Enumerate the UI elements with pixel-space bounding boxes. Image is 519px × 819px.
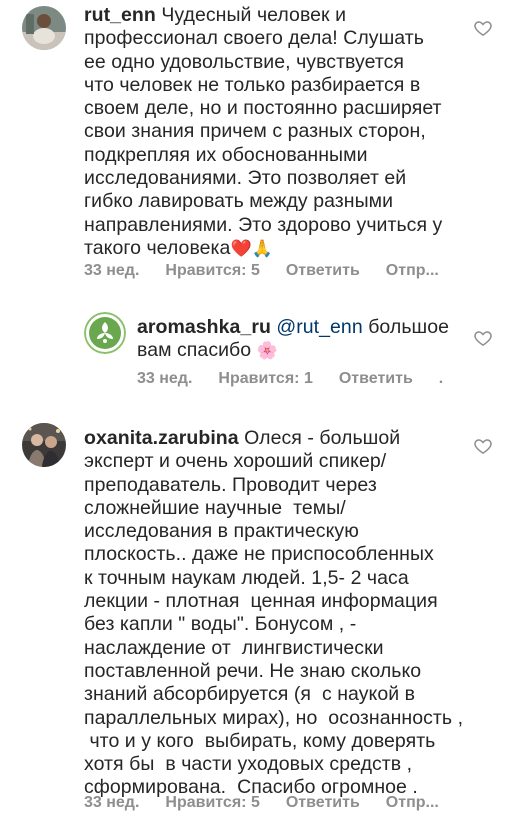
mention-link[interactable]: @rut_enn	[271, 316, 363, 338]
likes-count[interactable]: Нравится: 5	[165, 794, 259, 812]
reply-time: 33 нед.	[137, 370, 193, 387]
send-button[interactable]: Отпр...	[386, 794, 439, 812]
comment-emoji: ❤️🙏	[230, 238, 273, 258]
comment-text: Чудесный человек и профессионал своего д…	[84, 4, 443, 259]
reply-emoji: 🌸	[256, 341, 278, 361]
heart-icon[interactable]	[473, 18, 493, 38]
comment-meta: 33 нед. Нравится: 5 Ответить Отпр...	[84, 262, 439, 280]
more-options-button[interactable]: .	[439, 370, 443, 388]
comments-screen: rut_enn Чудесный человек и профессионал …	[0, 0, 519, 819]
reply-meta: 33 нед. Нравится: 1 Ответить .	[137, 370, 443, 388]
comment-username[interactable]: rut_enn	[84, 4, 156, 26]
heart-icon[interactable]	[473, 436, 493, 456]
comment-body: oxanita.zarubina Олеся - большой эксперт…	[84, 427, 484, 800]
reply-button[interactable]: Ответить	[286, 262, 360, 280]
reply-body: aromashka_ru @rut_enn большое вам спасиб…	[137, 316, 457, 363]
reply-button[interactable]: Ответить	[286, 794, 360, 812]
avatar[interactable]	[22, 6, 66, 50]
reply-username[interactable]: aromashka_ru	[137, 316, 271, 338]
comment-meta: 33 нед. Нравится: 5 Ответить Отпр...	[84, 794, 439, 812]
heart-icon[interactable]	[473, 328, 493, 348]
avatar[interactable]	[84, 312, 126, 354]
send-button[interactable]: Отпр...	[386, 262, 439, 280]
likes-count[interactable]: Нравится: 1	[218, 370, 312, 388]
avatar[interactable]	[22, 423, 66, 467]
reply-text-line1: большое	[362, 316, 450, 338]
comment-body: rut_enn Чудесный человек и профессионал …	[84, 4, 474, 260]
reply-button[interactable]: Ответить	[339, 370, 413, 388]
comment-time: 33 нед.	[84, 794, 140, 811]
likes-count[interactable]: Нравится: 5	[165, 262, 259, 280]
comment-username[interactable]: oxanita.zarubina	[84, 427, 239, 449]
comment-text: Олеся - большой эксперт и очень хороший …	[84, 427, 464, 799]
comment-time: 33 нед.	[84, 262, 140, 279]
reply-text-line2: вам спасибо	[137, 339, 257, 362]
